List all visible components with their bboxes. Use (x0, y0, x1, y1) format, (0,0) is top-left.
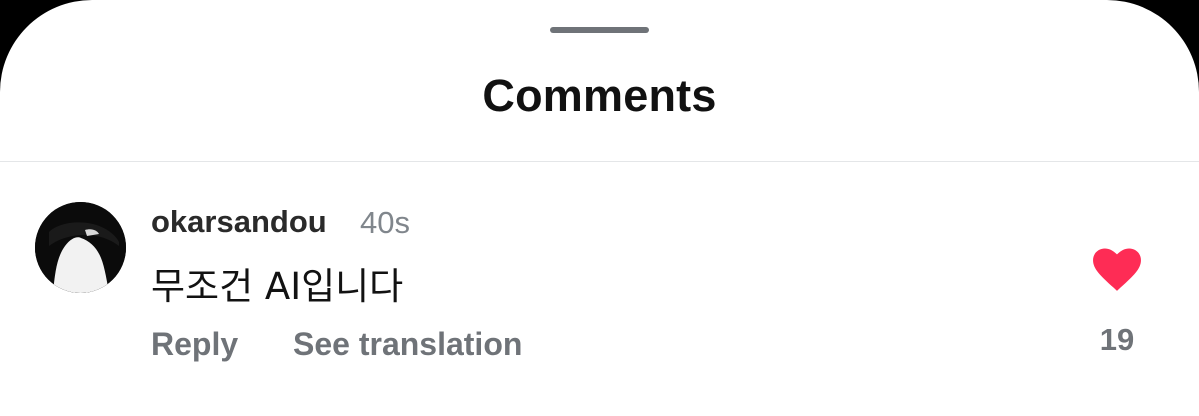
like-count: 19 (1099, 322, 1135, 357)
comments-sheet: Comments okarsandou 40s 무조건 AI입니다 Reply … (0, 0, 1199, 416)
like-button[interactable] (1092, 248, 1142, 292)
comment-username[interactable]: okarsandou (151, 204, 327, 240)
avatar[interactable] (35, 202, 126, 293)
comment-timestamp: 40s (360, 205, 410, 240)
profile-photo-icon (35, 202, 126, 293)
sheet-title: Comments (482, 70, 717, 121)
comment-text: 무조건 AI입니다 (151, 265, 404, 308)
drag-handle[interactable] (550, 27, 649, 33)
heart-icon (1093, 248, 1141, 291)
reply-button[interactable]: Reply (151, 326, 238, 363)
see-translation-button[interactable]: See translation (293, 326, 522, 363)
divider (0, 161, 1199, 162)
